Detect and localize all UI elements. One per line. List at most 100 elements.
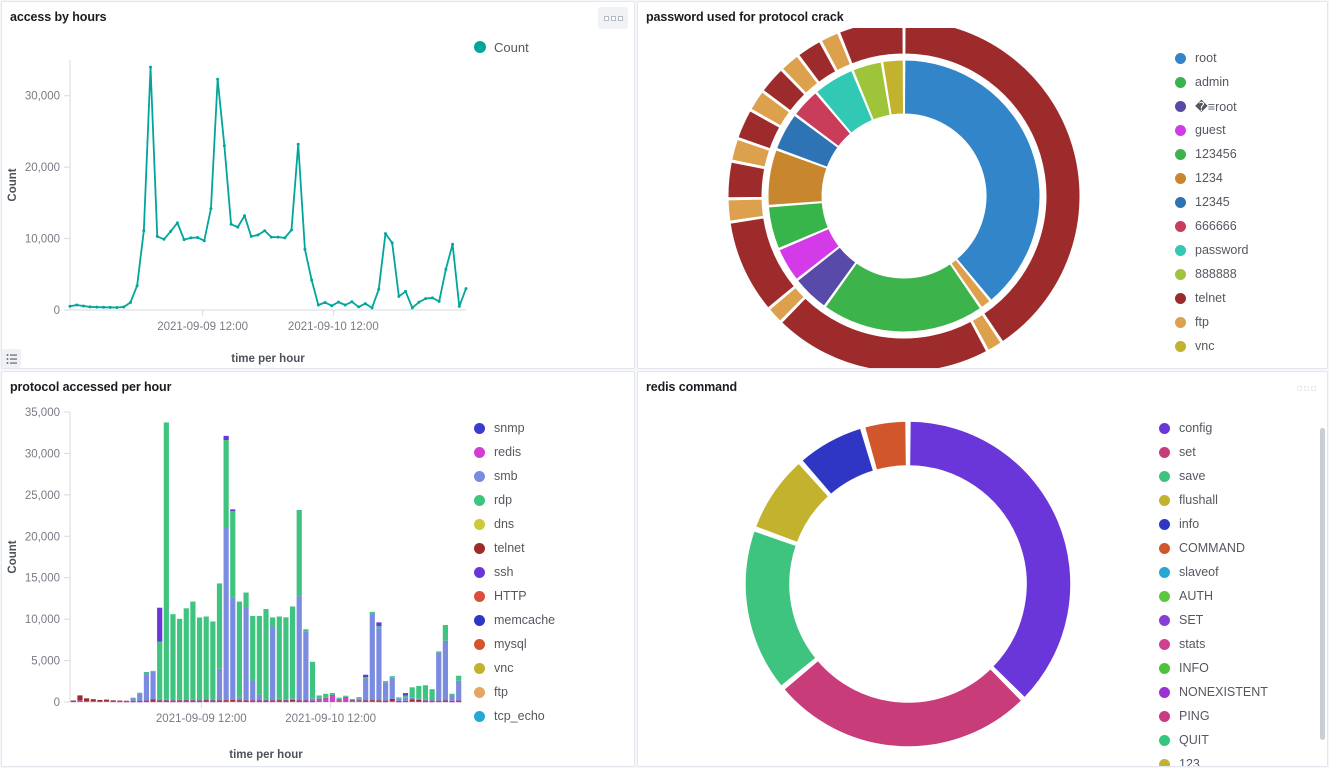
bar-segment[interactable] (277, 616, 282, 698)
bar-segment[interactable] (443, 625, 448, 641)
bar-segment[interactable] (230, 701, 235, 702)
bar-segment[interactable] (303, 702, 308, 703)
bar-segment[interactable] (410, 701, 415, 702)
bar-segment[interactable] (350, 699, 355, 700)
bar-segment[interactable] (131, 701, 136, 702)
inner-ring-slice[interactable] (825, 263, 980, 332)
legend-item[interactable]: �≡root (1175, 94, 1327, 118)
legend-item[interactable]: 666666 (1175, 214, 1327, 238)
legend-item[interactable]: info (1159, 512, 1327, 536)
bar-segment[interactable] (310, 662, 315, 698)
bar-segment[interactable] (177, 699, 182, 700)
bar-segment[interactable] (436, 701, 441, 702)
bar-segment[interactable] (356, 700, 361, 701)
bar-segment[interactable] (443, 702, 448, 703)
bar-segment[interactable] (177, 619, 182, 699)
bar-segment[interactable] (297, 701, 302, 702)
bar-segment[interactable] (336, 699, 341, 700)
bar-segment[interactable] (184, 699, 189, 700)
bar-segment[interactable] (310, 698, 315, 700)
bar-segment[interactable] (383, 682, 388, 700)
bar-segment[interactable] (456, 702, 461, 703)
bar-segment[interactable] (243, 700, 248, 701)
bar-segment[interactable] (423, 702, 428, 703)
bar-segment[interactable] (184, 608, 189, 699)
bar-segment[interactable] (97, 701, 102, 702)
bar-segment[interactable] (390, 676, 395, 678)
bar-segment[interactable] (177, 702, 182, 703)
outer-ring-slice[interactable] (728, 199, 763, 221)
legend-item[interactable]: 12345 (1175, 190, 1327, 214)
bar-segment[interactable] (310, 702, 315, 703)
bar-segment[interactable] (157, 702, 162, 703)
legend-item[interactable]: memcache (474, 608, 634, 632)
bar-segment[interactable] (224, 436, 229, 440)
bar-segment[interactable] (237, 702, 242, 703)
bar-segment[interactable] (350, 701, 355, 702)
panel-menu-icon[interactable] (598, 7, 628, 29)
bar-segment[interactable] (403, 702, 408, 703)
bar-segment[interactable] (343, 696, 348, 697)
bar-segment[interactable] (237, 602, 242, 698)
bar-segment[interactable] (270, 702, 275, 703)
bar-segment[interactable] (436, 651, 441, 652)
legend-item[interactable]: 1234 (1175, 166, 1327, 190)
legend-item[interactable]: 888888 (1175, 262, 1327, 286)
bar-segment[interactable] (104, 701, 109, 702)
bar-segment[interactable] (430, 700, 435, 701)
bar-segment[interactable] (164, 700, 169, 701)
bar-segment[interactable] (330, 693, 335, 695)
bar-segment[interactable] (237, 698, 242, 700)
bar-segment[interactable] (190, 602, 195, 700)
bar-segment[interactable] (170, 701, 175, 702)
legend-item[interactable]: COMMAND (1159, 536, 1327, 560)
legend-item[interactable]: config (1159, 416, 1327, 440)
bar-segment[interactable] (449, 695, 454, 701)
legend-item[interactable]: ftp (1175, 310, 1327, 334)
bar-segment[interactable] (317, 699, 322, 700)
bar-segment[interactable] (157, 642, 162, 699)
legend-item[interactable]: flushall (1159, 488, 1327, 512)
legend-item[interactable]: slaveof (1159, 560, 1327, 584)
bar-segment[interactable] (117, 702, 122, 703)
legend-item[interactable]: mysql (474, 632, 634, 656)
legend-scrollbar[interactable] (1320, 428, 1325, 740)
legend-item[interactable]: 123 (1159, 752, 1327, 767)
bar-segment[interactable] (77, 700, 82, 702)
bar-segment[interactable] (376, 626, 381, 628)
bar-segment[interactable] (137, 693, 142, 694)
bar-segment[interactable] (210, 621, 215, 699)
bar-segment[interactable] (277, 699, 282, 700)
bar-segment[interactable] (224, 702, 229, 703)
bar-segment[interactable] (376, 622, 381, 626)
bar-segment[interactable] (164, 702, 169, 703)
bar-segment[interactable] (456, 676, 461, 681)
donut-slice[interactable] (909, 421, 1071, 698)
bar-segment[interactable] (350, 700, 355, 701)
bar-segment[interactable] (423, 701, 428, 702)
legend-item[interactable]: stats (1159, 632, 1327, 656)
bar-segment[interactable] (217, 583, 222, 668)
bar-segment[interactable] (443, 641, 448, 701)
bar-segment[interactable] (111, 700, 116, 701)
legend-item[interactable]: ssh (474, 560, 634, 584)
bar-segment[interactable] (403, 697, 408, 701)
bar-segment[interactable] (330, 696, 335, 702)
bar-segment[interactable] (150, 702, 155, 703)
bar-segment[interactable] (303, 701, 308, 702)
bar-segment[interactable] (144, 702, 149, 703)
donut-svg[interactable] (638, 398, 1158, 766)
bar-segment[interactable] (197, 617, 202, 699)
bar-segment[interactable] (157, 700, 162, 701)
bar-segment[interactable] (204, 702, 209, 703)
bar-segment[interactable] (224, 527, 229, 700)
bar-segment[interactable] (370, 700, 375, 701)
bar-segment[interactable] (283, 699, 288, 700)
bar-segment[interactable] (297, 596, 302, 700)
bar-segment[interactable] (277, 702, 282, 703)
bar-segment[interactable] (217, 702, 222, 703)
bar-segment[interactable] (323, 694, 328, 697)
bar-segment[interactable] (230, 597, 235, 700)
bar-segment[interactable] (124, 702, 129, 703)
bar-segment[interactable] (204, 700, 209, 701)
